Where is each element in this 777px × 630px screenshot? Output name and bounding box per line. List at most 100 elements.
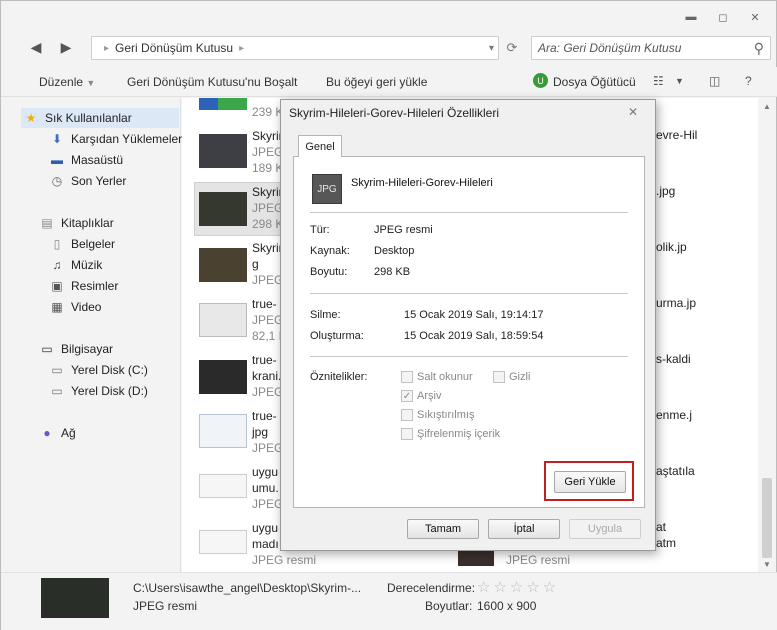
chevron-down-icon[interactable]: ▾ [489,43,494,54]
address-separator-icon: ▸ [239,42,245,54]
file-meta: 189 K [252,161,284,175]
address-bar[interactable]: ▸ Geri Dönüşüm Kutusu ▸ ▾ [91,36,499,60]
sidebar-item-pictures[interactable]: ▣ Resimler [49,276,118,296]
compressed-checkbox[interactable]: Sıkıştırılmış [401,409,474,421]
sidebar-item-disk-c[interactable]: ▭ Yerel Disk (C:) [49,360,148,380]
star-icon: ★ [25,111,37,125]
sidebar-item-music[interactable]: ♫ Müzik [49,255,103,275]
sidebar-item-downloads[interactable]: ⬇ Karşıdan Yüklemeler [49,129,182,149]
sidebar-item-computer[interactable]: ▭ Bilgisayar [39,339,113,359]
address-text: Geri Dönüşüm Kutusu [115,41,234,55]
created-value: 15 Ocak 2019 Salı, 18:59:54 [404,330,544,342]
chevron-down-icon[interactable]: ▼ [675,76,684,86]
file-thumbnail[interactable] [199,360,247,394]
file-thumbnail[interactable] [199,303,247,337]
file-name[interactable]: true- [252,296,277,312]
file-name-fragment[interactable]: s-kaldi [656,352,691,366]
refresh-icon[interactable]: ⟳ [501,39,523,57]
file-name-fragment[interactable]: .jpg [656,184,675,198]
forward-arrow-icon[interactable]: ▶ [57,39,75,55]
file-name[interactable]: true- [252,352,277,368]
preview-pane-icon[interactable]: ◫ [709,74,720,88]
window-controls: ▬ ◻ ✕ [678,7,768,27]
type-label: Tür: [310,224,330,236]
sidebar-item-documents[interactable]: ▯ Belgeler [49,234,115,254]
address-separator-icon: ▸ [104,42,110,54]
file-name-fragment[interactable]: urma.jp [656,296,696,310]
rating-stars[interactable]: ☆☆☆☆☆ [477,578,559,596]
hidden-checkbox[interactable]: Gizli [493,371,530,383]
sidebar-item-videos[interactable]: ▦ Video [49,297,101,317]
music-note-icon: ♫ [52,258,62,272]
file-name-fragment[interactable]: at [656,520,666,534]
ok-button[interactable]: Tamam [407,519,479,539]
download-manager-icon: U [533,73,548,88]
file-thumbnail[interactable] [199,134,247,168]
back-arrow-icon[interactable]: ◀ [27,39,45,55]
checkbox-box [401,371,413,383]
file-name-fragment[interactable]: olik.jp [656,240,687,254]
restore-button[interactable]: Geri Yükle [554,471,626,493]
file-name-fragment[interactable]: atm [656,536,676,550]
encrypted-checkbox[interactable]: Şifrelenmiş içerik [401,428,500,440]
file-name-fragment[interactable]: aştatıla [656,464,695,478]
close-icon[interactable]: ✕ [742,7,768,27]
archive-checkbox[interactable]: ✓ Arşiv [401,390,441,402]
file-name-fragment[interactable]: enme.j [656,408,692,422]
file-name[interactable]: true- [252,408,277,424]
view-options-icon[interactable]: ☷ [653,74,664,88]
file-thumbnail[interactable] [199,414,247,448]
selected-file-path: C:\Users\isawthe_angel\Desktop\Skyrim-..… [133,581,362,595]
file-name-line2: madı [252,537,279,551]
file-name-line2: jpg [252,425,269,439]
file-name-fragment[interactable]: evre-Hil [656,128,697,142]
file-thumbnail[interactable] [199,192,247,226]
file-thumbnail[interactable] [199,530,247,554]
selected-file-type: JPEG resmi [133,599,198,613]
sidebar-item-label: Müzik [71,258,103,272]
size-value: 298 KB [374,266,411,278]
empty-bin-button[interactable]: Geri Dönüşüm Kutusu'nu Boşalt [127,75,297,89]
dialog-title: Skyrim-Hileleri-Gorev-Hileleri Özellikle… [289,106,500,120]
dimensions-label: Boyutlar: [425,599,473,613]
readonly-checkbox[interactable]: Salt okunur [401,371,473,383]
search-icon[interactable]: ⚲ [754,40,764,57]
maximize-icon[interactable]: ◻ [710,7,736,27]
organize-button[interactable]: Düzenle ▼ [39,75,95,89]
scrollbar-thumb[interactable] [762,478,772,558]
sidebar-item-network[interactable]: ● Ağ [39,423,75,443]
divider [310,212,628,213]
scroll-down-icon[interactable]: ▼ [763,560,771,569]
file-name[interactable]: uygu [252,464,278,480]
sidebar-item-libraries[interactable]: ▤ Kitaplıklar [39,213,113,233]
search-input[interactable]: Ara: Geri Dönüşüm Kutusu ⚲ [531,36,771,60]
sidebar-item-label: Yerel Disk (C:) [71,363,148,377]
minimize-icon[interactable]: ▬ [678,7,704,27]
cancel-button[interactable]: İptal [488,519,560,539]
file-name-field[interactable]: Skyrim-Hileleri-Gorev-Hileleri [351,177,493,189]
download-manager-button[interactable]: Dosya Öğütücü [553,75,636,89]
sidebar-item-recent[interactable]: ◷ Son Yerler [49,171,127,191]
sidebar-item-label: Bilgisayar [61,342,114,356]
help-icon[interactable]: ? [745,74,752,88]
libraries-icon: ▤ [41,216,53,230]
checkbox-label: Salt okunur [417,371,473,383]
file-name[interactable]: uygu [252,520,278,536]
sidebar-item-disk-d[interactable]: ▭ Yerel Disk (D:) [49,381,148,401]
file-thumbnail[interactable] [199,474,247,498]
apply-button[interactable]: Uygula [569,519,641,539]
sidebar-item-desktop[interactable]: ▬ Masaüstü [49,150,123,170]
deleted-label: Silme: [310,309,341,321]
scroll-up-icon[interactable]: ▲ [763,102,771,111]
download-folder-icon: ⬇ [51,132,63,146]
vertical-scrollbar[interactable]: ▲ ▼ [758,98,776,572]
navigation-pane: ★ Sık Kullanılanlar ⬇ Karşıdan Yüklemele… [1,98,182,572]
file-thumbnail[interactable] [199,248,247,282]
organize-label: Düzenle [39,75,84,89]
tab-general[interactable]: Genel [298,135,342,157]
file-thumbnail[interactable] [199,98,247,110]
restore-item-button[interactable]: Bu öğeyi geri yükle [326,75,427,89]
sidebar-item-favorites[interactable]: ★ Sık Kullanılanlar [21,108,179,128]
close-icon[interactable]: ✕ [625,104,641,120]
sidebar-item-label: Masaüstü [71,153,124,167]
